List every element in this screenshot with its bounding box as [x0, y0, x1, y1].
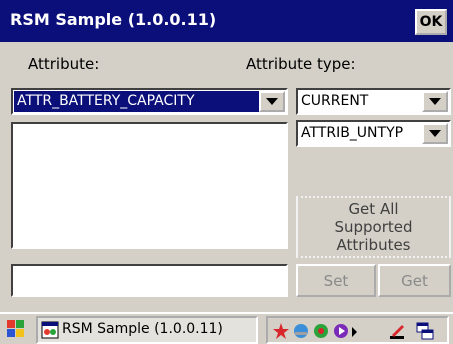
- star-icon[interactable]: [272, 322, 290, 340]
- results-listbox[interactable]: [11, 122, 288, 249]
- connection-icon[interactable]: [312, 322, 330, 340]
- attribute-type-dropdown-button[interactable]: [422, 91, 448, 112]
- attribute-combobox[interactable]: ATTR_BATTERY_CAPACITY: [11, 88, 288, 115]
- get-all-label-line3: Attributes: [336, 236, 411, 254]
- get-button[interactable]: Get: [378, 264, 451, 297]
- attribute-subtype-combobox[interactable]: ATTRIB_UNTYP: [296, 120, 451, 147]
- taskbar-task-button[interactable]: RSM Sample (1.0.0.11): [36, 316, 258, 344]
- tray-expand-arrow-icon[interactable]: [352, 327, 357, 337]
- title-bar: RSM Sample (1.0.0.11) OK: [0, 0, 453, 42]
- window-switch-icon[interactable]: [416, 322, 434, 340]
- attribute-dropdown-button[interactable]: [259, 91, 285, 112]
- pen-edit-icon[interactable]: [388, 322, 406, 340]
- attribute-label: Attribute:: [28, 55, 100, 73]
- get-all-supported-attributes-button[interactable]: Get All Supported Attributes: [296, 196, 451, 258]
- value-input[interactable]: [11, 264, 288, 297]
- ok-button[interactable]: OK: [415, 9, 447, 35]
- windows-flag-icon: [7, 320, 24, 337]
- get-all-label-line2: Supported: [334, 218, 413, 236]
- window-title: RSM Sample (1.0.0.11): [10, 10, 217, 29]
- start-button[interactable]: [4, 318, 30, 342]
- chevron-down-icon: [429, 98, 441, 105]
- taskbar-task-label: RSM Sample (1.0.0.11): [62, 321, 223, 337]
- attribute-type-combobox[interactable]: CURRENT: [296, 88, 451, 115]
- app-window-icon: [41, 321, 59, 339]
- taskbar: RSM Sample (1.0.0.11): [0, 312, 453, 344]
- network-icon[interactable]: [292, 322, 310, 340]
- attribute-subtype-value: ATTRIB_UNTYP: [301, 125, 404, 141]
- get-all-label-line1: Get All: [348, 200, 399, 218]
- attribute-type-label: Attribute type:: [246, 55, 356, 73]
- chevron-down-icon: [429, 130, 441, 137]
- attribute-type-value: CURRENT: [301, 93, 369, 109]
- system-tray: [266, 316, 449, 344]
- chevron-down-icon: [266, 98, 278, 105]
- attribute-subtype-dropdown-button[interactable]: [422, 123, 448, 144]
- set-button[interactable]: Set: [296, 264, 376, 297]
- media-icon[interactable]: [332, 322, 350, 340]
- attribute-value: ATTR_BATTERY_CAPACITY: [17, 93, 195, 109]
